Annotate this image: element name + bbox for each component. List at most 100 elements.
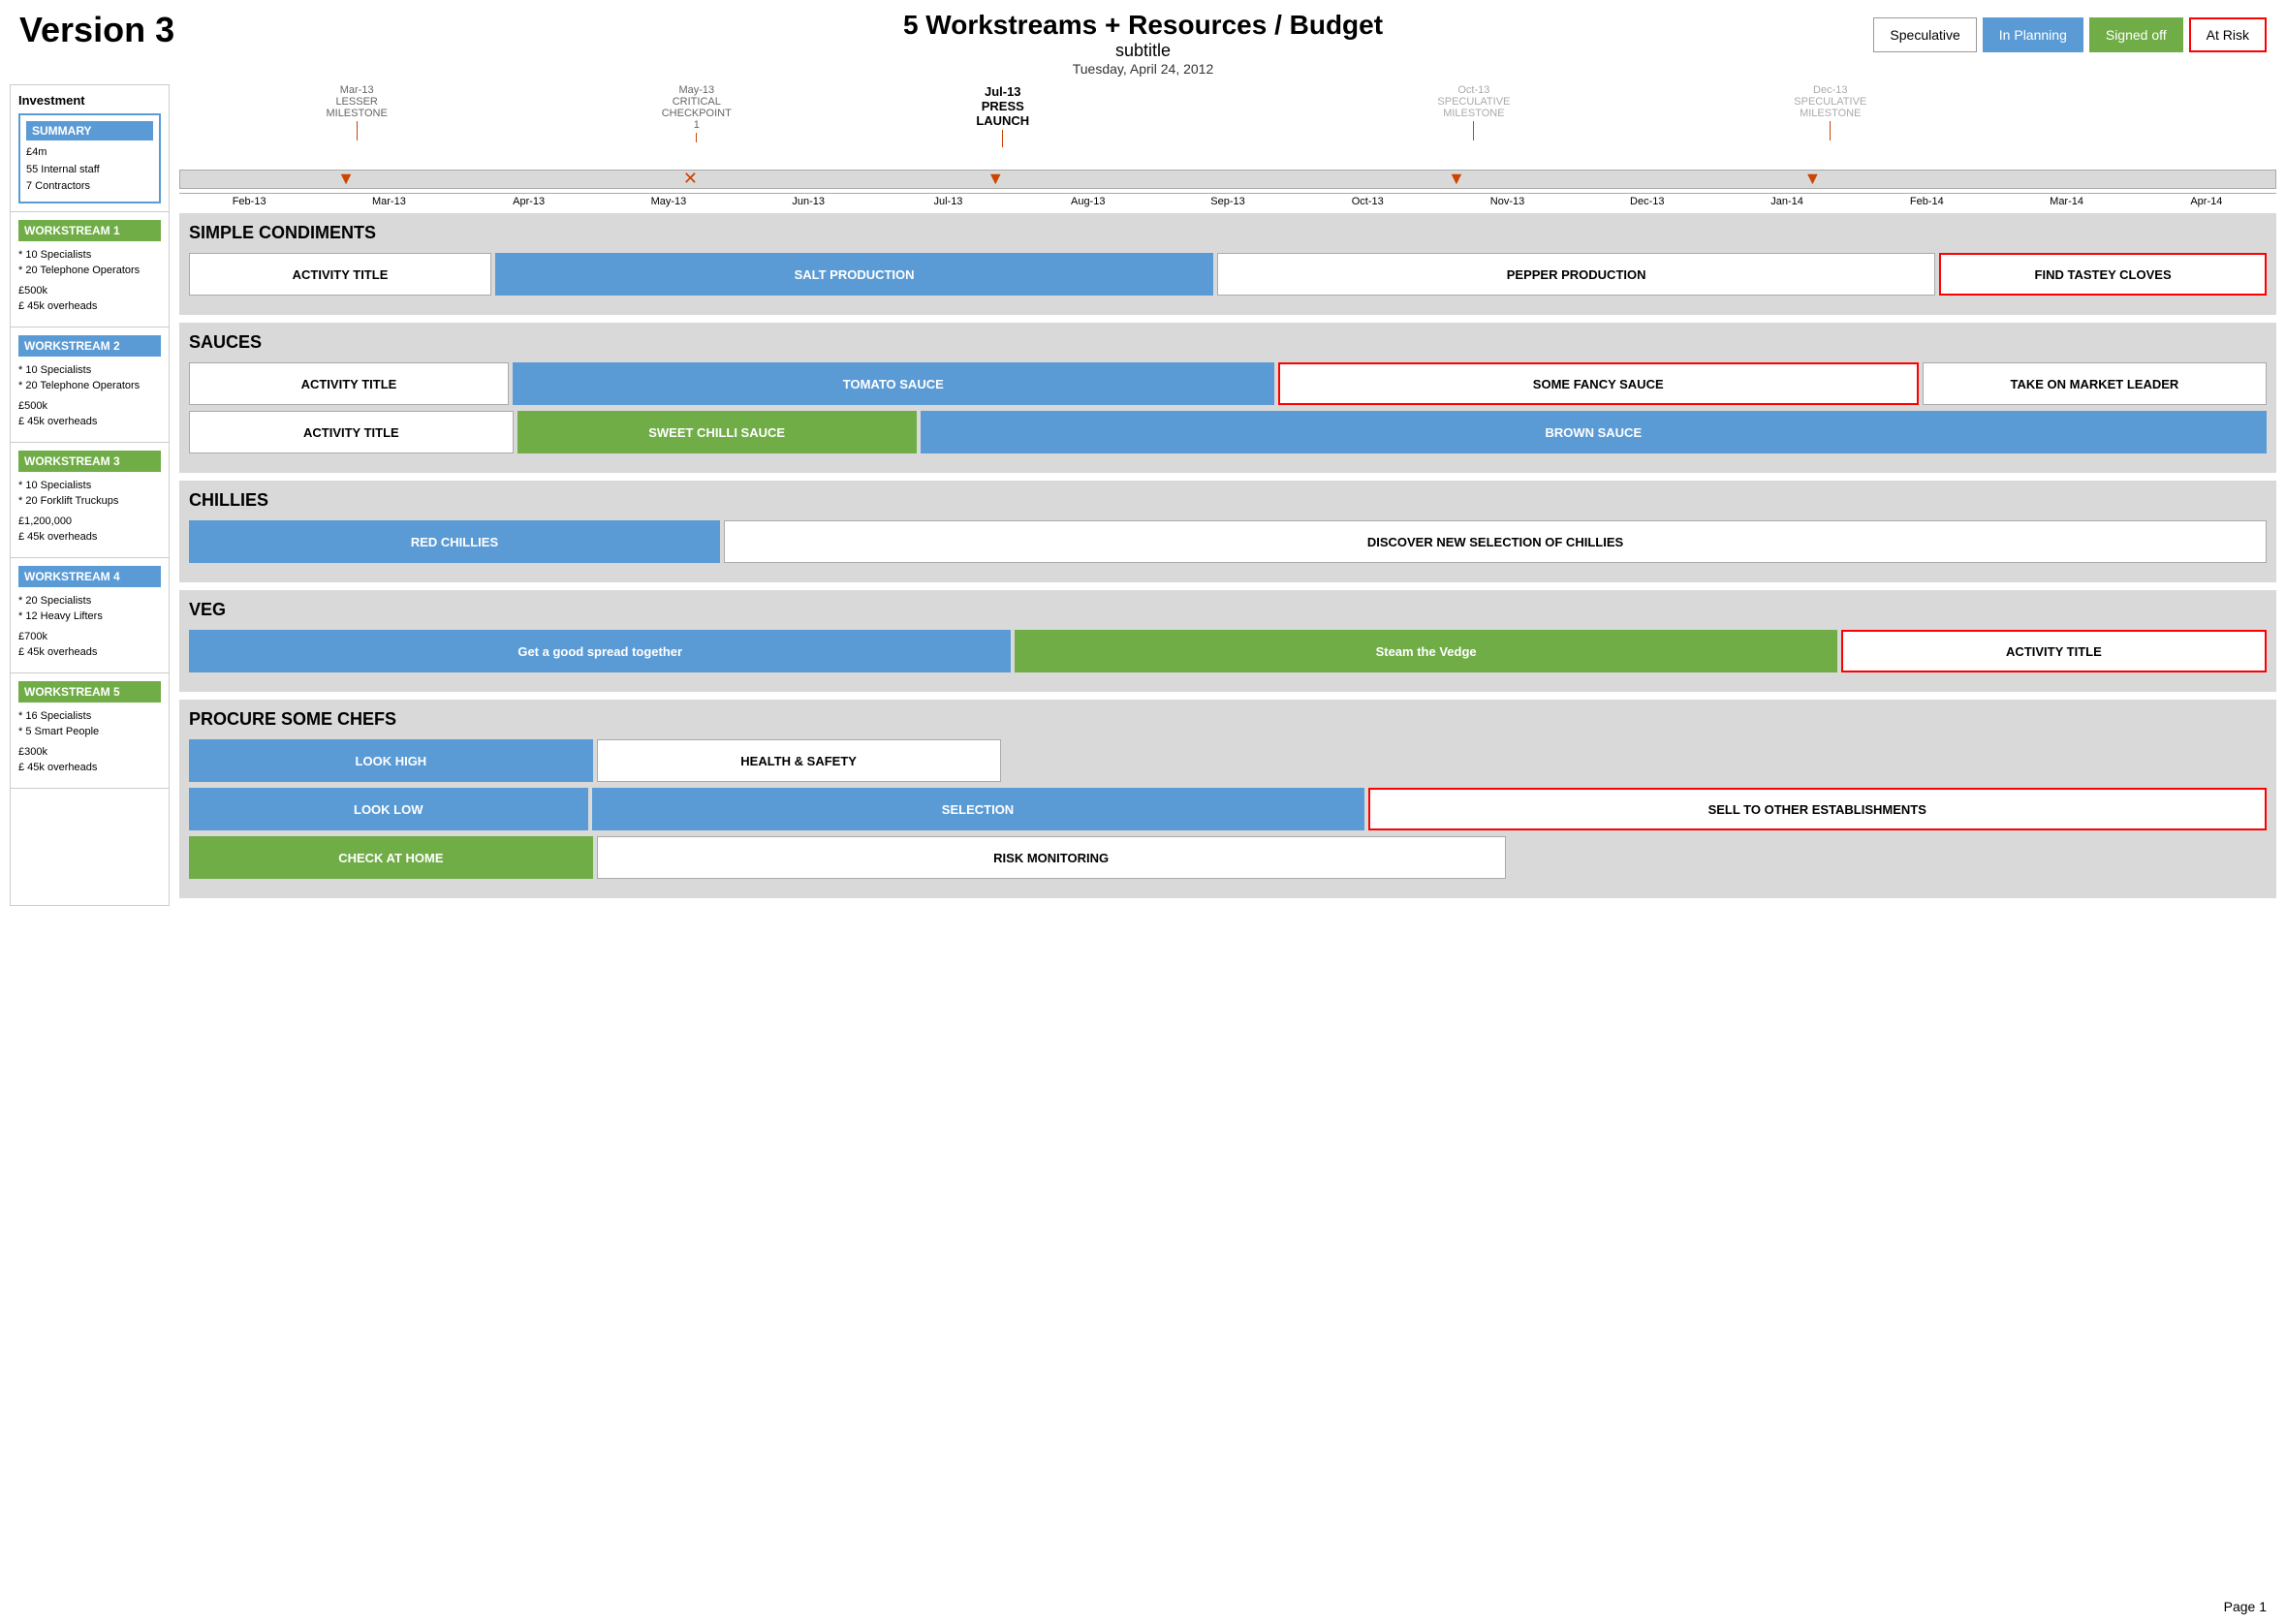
ws2-bar-fancy[interactable]: SOME FANCY SAUCE xyxy=(1278,362,1919,405)
ws1-bar-cloves[interactable]: FIND TASTEY CLOVES xyxy=(1939,253,2267,296)
month-nov13: Nov-13 xyxy=(1437,194,1577,209)
content-area: Mar-13LESSERMILESTONE May-13CRITICALCHEC… xyxy=(179,84,2276,906)
ws1-gantt-row1: ACTIVITY TITLE SALT PRODUCTION PEPPER PR… xyxy=(189,253,2267,296)
sidebar: Investment SUMMARY £4m55 Internal staff7… xyxy=(10,84,170,906)
milestone-dec13: Dec-13SPECULATIVEMILESTONE xyxy=(1794,84,1866,142)
ws2-row: SAUCES ACTIVITY TITLE TOMATO SAUCE SOME … xyxy=(179,323,2276,473)
month-sep13: Sep-13 xyxy=(1158,194,1298,209)
arrow-may13: ✕ xyxy=(683,169,698,189)
timeline-area: Mar-13LESSERMILESTONE May-13CRITICALCHEC… xyxy=(179,84,2276,209)
milestone-jul13: Jul-13PRESSLAUNCH xyxy=(976,84,1029,149)
month-feb14: Feb-14 xyxy=(1857,194,1996,209)
ws5-empty1 xyxy=(1005,739,2268,782)
legend-at-risk[interactable]: At Risk xyxy=(2189,17,2267,52)
ws5-bar-check[interactable]: CHECK AT HOME xyxy=(189,836,593,879)
ws5-gantt-row3: CHECK AT HOME RISK MONITORING xyxy=(189,836,2267,879)
ws3-title: CHILLIES xyxy=(189,490,2267,511)
ws4-bar-activity[interactable]: ACTIVITY TITLE xyxy=(1841,630,2267,672)
milestone-may13: May-13CRITICALCHECKPOINT1 xyxy=(662,84,732,144)
milestone-oct13: Oct-13SPECULATIVEMILESTONE xyxy=(1437,84,1510,142)
ws1-label: WORKSTREAM 1 xyxy=(18,220,161,241)
ws5-title: PROCURE SOME CHEFS xyxy=(189,709,2267,730)
investment-label: Investment xyxy=(18,93,161,108)
sidebar-ws2: WORKSTREAM 2 * 10 Specialists* 20 Teleph… xyxy=(11,328,169,443)
month-may13: May-13 xyxy=(599,194,738,209)
summary-details: £4m55 Internal staff7 Contractors xyxy=(26,144,153,196)
header-date: Tuesday, April 24, 2012 xyxy=(10,61,2276,77)
ws4-bar-spread[interactable]: Get a good spread together xyxy=(189,630,1011,672)
sidebar-ws4: WORKSTREAM 4 * 20 Specialists* 12 Heavy … xyxy=(11,558,169,673)
arrow-jul13: ▼ xyxy=(986,169,1004,189)
ws4-row: VEG Get a good spread together Steam the… xyxy=(179,590,2276,692)
ws1-bar-pepper[interactable]: PEPPER PRODUCTION xyxy=(1217,253,1935,296)
ws5-bar-health[interactable]: HEALTH & SAFETY xyxy=(597,739,1001,782)
ws4-budget: £700k£ 45k overheads xyxy=(18,629,161,661)
ws3-row: CHILLIES RED CHILLIES DISCOVER NEW SELEC… xyxy=(179,481,2276,582)
ws1-title: SIMPLE CONDIMENTS xyxy=(189,223,2267,243)
ws5-staff: * 16 Specialists* 5 Smart People xyxy=(18,708,161,740)
ws5-gantt-row1: LOOK HIGH HEALTH & SAFETY xyxy=(189,739,2267,782)
month-jul13: Jul-13 xyxy=(878,194,1018,209)
ws1-staff: * 10 Specialists* 20 Telephone Operators xyxy=(18,247,161,279)
ws2-title: SAUCES xyxy=(189,332,2267,353)
ws4-staff: * 20 Specialists* 12 Heavy Lifters xyxy=(18,593,161,625)
month-jan14: Jan-14 xyxy=(1717,194,1857,209)
ws2-label: WORKSTREAM 2 xyxy=(18,335,161,357)
ws2-bar-tomato[interactable]: TOMATO SAUCE xyxy=(513,362,1274,405)
ws5-bar-risk[interactable]: RISK MONITORING xyxy=(597,836,1506,879)
sidebar-ws1: WORKSTREAM 1 * 10 Specialists* 20 Teleph… xyxy=(11,212,169,328)
legend-speculative[interactable]: Speculative xyxy=(1873,17,1976,52)
month-apr14: Apr-14 xyxy=(2137,194,2276,209)
ws2-staff: * 10 Specialists* 20 Telephone Operators xyxy=(18,362,161,394)
ws5-gantt-row2: LOOK LOW SELECTION SELL TO OTHER ESTABLI… xyxy=(189,788,2267,830)
ws5-budget: £300k£ 45k overheads xyxy=(18,744,161,776)
legend: Speculative In Planning Signed off At Ri… xyxy=(1873,17,2267,52)
page: Version 3 5 Workstreams + Resources / Bu… xyxy=(0,0,2286,1624)
month-feb13: Feb-13 xyxy=(179,194,319,209)
ws4-label: WORKSTREAM 4 xyxy=(18,566,161,587)
header: Version 3 5 Workstreams + Resources / Bu… xyxy=(10,10,2276,77)
ws2-gantt-row1: ACTIVITY TITLE TOMATO SAUCE SOME FANCY S… xyxy=(189,362,2267,405)
arrow-oct13: ▼ xyxy=(1448,169,1465,189)
month-jun13: Jun-13 xyxy=(738,194,878,209)
ws2-bar-market[interactable]: TAKE ON MARKET LEADER xyxy=(1923,362,2267,405)
ws5-bar-selection[interactable]: SELECTION xyxy=(592,788,1364,830)
ws2-bar-sweet[interactable]: SWEET CHILLI SAUCE xyxy=(517,411,917,453)
ws3-bar-discover[interactable]: DISCOVER NEW SELECTION OF CHILLIES xyxy=(724,520,2267,563)
ws5-empty2 xyxy=(1510,836,2268,879)
summary-label: SUMMARY xyxy=(26,121,153,141)
months-row: Feb-13 Mar-13 Apr-13 May-13 Jun-13 Jul-1… xyxy=(179,193,2276,209)
ws3-bar-red-chillies[interactable]: RED CHILLIES xyxy=(189,520,720,563)
legend-signed-off[interactable]: Signed off xyxy=(2089,17,2183,52)
ws3-staff: * 10 Specialists* 20 Forklift Truckups xyxy=(18,478,161,510)
version-label: Version 3 xyxy=(19,10,174,50)
milestone-mar13: Mar-13LESSERMILESTONE xyxy=(326,84,387,142)
arrow-mar13: ▼ xyxy=(337,169,355,189)
month-mar13: Mar-13 xyxy=(319,194,458,209)
month-oct13: Oct-13 xyxy=(1298,194,1437,209)
ws2-bar-activity1[interactable]: ACTIVITY TITLE xyxy=(189,362,509,405)
ws3-label: WORKSTREAM 3 xyxy=(18,451,161,472)
ws5-bar-look-low[interactable]: LOOK LOW xyxy=(189,788,588,830)
ws3-gantt-row1: RED CHILLIES DISCOVER NEW SELECTION OF C… xyxy=(189,520,2267,563)
arrow-dec13: ▼ xyxy=(1804,169,1822,189)
month-aug13: Aug-13 xyxy=(1018,194,1158,209)
ws1-row: SIMPLE CONDIMENTS ACTIVITY TITLE SALT PR… xyxy=(179,213,2276,315)
month-dec13: Dec-13 xyxy=(1578,194,1717,209)
ws2-gantt-row2: ACTIVITY TITLE SWEET CHILLI SAUCE BROWN … xyxy=(189,411,2267,453)
main-layout: Investment SUMMARY £4m55 Internal staff7… xyxy=(10,84,2276,906)
timeline-bar: ▼ ✕ ▼ ▼ ▼ xyxy=(179,170,2276,189)
ws5-bar-sell[interactable]: SELL TO OTHER ESTABLISHMENTS xyxy=(1368,788,2268,830)
ws1-bar-salt[interactable]: SALT PRODUCTION xyxy=(495,253,1213,296)
legend-in-planning[interactable]: In Planning xyxy=(1983,17,2083,52)
ws1-budget: £500k£ 45k overheads xyxy=(18,283,161,315)
investment-section: Investment SUMMARY £4m55 Internal staff7… xyxy=(11,85,169,212)
sidebar-ws3: WORKSTREAM 3 * 10 Specialists* 20 Forkli… xyxy=(11,443,169,558)
month-mar14: Mar-14 xyxy=(1996,194,2136,209)
ws5-bar-look-high[interactable]: LOOK HIGH xyxy=(189,739,593,782)
ws2-bar-activity2[interactable]: ACTIVITY TITLE xyxy=(189,411,514,453)
ws4-bar-steam[interactable]: Steam the Vedge xyxy=(1015,630,1836,672)
ws1-bar-activity[interactable]: ACTIVITY TITLE xyxy=(189,253,491,296)
ws2-bar-brown[interactable]: BROWN SAUCE xyxy=(921,411,2267,453)
ws4-title: VEG xyxy=(189,600,2267,620)
